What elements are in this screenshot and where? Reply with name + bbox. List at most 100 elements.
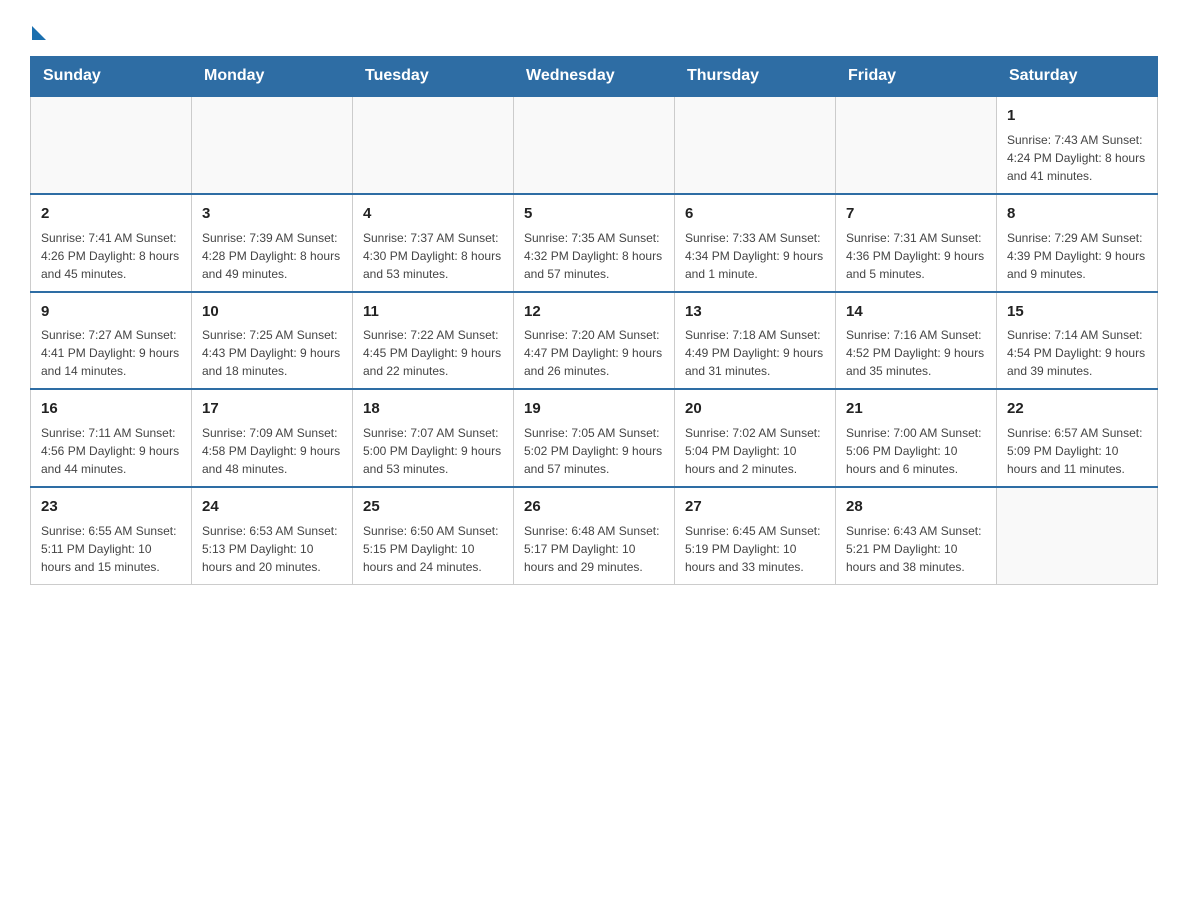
day-number: 16 [41,398,181,420]
calendar-cell [192,96,353,194]
day-number: 17 [202,398,342,420]
column-header-saturday: Saturday [997,57,1158,97]
calendar-cell: 20 Sunrise: 7:02 AM Sunset: 5:04 PM Dayli… [675,389,836,487]
column-header-tuesday: Tuesday [353,57,514,97]
day-info: Sunrise: 7:16 AM Sunset: 4:52 PM Dayligh… [846,326,986,380]
calendar-cell [514,96,675,194]
day-number: 25 [363,496,503,518]
day-number: 8 [1007,203,1147,225]
day-number: 28 [846,496,986,518]
calendar-cell: 5 Sunrise: 7:35 AM Sunset: 4:32 PM Daylig… [514,194,675,292]
day-number: 27 [685,496,825,518]
page-header [30,20,1158,36]
calendar-cell: 21 Sunrise: 7:00 AM Sunset: 5:06 PM Dayli… [836,389,997,487]
logo-top [30,20,46,40]
day-info: Sunrise: 6:43 AM Sunset: 5:21 PM Dayligh… [846,522,986,576]
day-info: Sunrise: 7:02 AM Sunset: 5:04 PM Dayligh… [685,424,825,478]
day-info: Sunrise: 7:27 AM Sunset: 4:41 PM Dayligh… [41,326,181,380]
week-row-4: 16 Sunrise: 7:11 AM Sunset: 4:56 PM Dayli… [31,389,1158,487]
day-info: Sunrise: 7:41 AM Sunset: 4:26 PM Dayligh… [41,229,181,283]
week-row-2: 2 Sunrise: 7:41 AM Sunset: 4:26 PM Daylig… [31,194,1158,292]
day-info: Sunrise: 6:53 AM Sunset: 5:13 PM Dayligh… [202,522,342,576]
calendar-cell: 14 Sunrise: 7:16 AM Sunset: 4:52 PM Dayli… [836,292,997,390]
day-info: Sunrise: 7:35 AM Sunset: 4:32 PM Dayligh… [524,229,664,283]
column-header-friday: Friday [836,57,997,97]
calendar-header-row: SundayMondayTuesdayWednesdayThursdayFrid… [31,57,1158,97]
calendar-cell: 28 Sunrise: 6:43 AM Sunset: 5:21 PM Dayli… [836,487,997,584]
calendar-cell: 15 Sunrise: 7:14 AM Sunset: 4:54 PM Dayli… [997,292,1158,390]
day-number: 26 [524,496,664,518]
calendar-cell: 25 Sunrise: 6:50 AM Sunset: 5:15 PM Dayli… [353,487,514,584]
day-number: 7 [846,203,986,225]
day-number: 20 [685,398,825,420]
calendar-cell: 19Sunrise: 7:05 AM Sunset: 5:02 PM Dayli… [514,389,675,487]
calendar-table: SundayMondayTuesdayWednesdayThursdayFrid… [30,56,1158,585]
day-number: 6 [685,203,825,225]
day-info: Sunrise: 7:31 AM Sunset: 4:36 PM Dayligh… [846,229,986,283]
day-number: 13 [685,301,825,323]
day-number: 14 [846,301,986,323]
day-number: 11 [363,301,503,323]
calendar-cell: 12Sunrise: 7:20 AM Sunset: 4:47 PM Dayli… [514,292,675,390]
day-info: Sunrise: 7:00 AM Sunset: 5:06 PM Dayligh… [846,424,986,478]
day-number: 12 [524,301,664,323]
calendar-cell: 17 Sunrise: 7:09 AM Sunset: 4:58 PM Dayli… [192,389,353,487]
calendar-cell: 3 Sunrise: 7:39 AM Sunset: 4:28 PM Daylig… [192,194,353,292]
day-number: 1 [1007,105,1147,127]
day-number: 19 [524,398,664,420]
day-info: Sunrise: 7:14 AM Sunset: 4:54 PM Dayligh… [1007,326,1147,380]
day-number: 24 [202,496,342,518]
calendar-cell: 22Sunrise: 6:57 AM Sunset: 5:09 PM Dayli… [997,389,1158,487]
day-info: Sunrise: 7:25 AM Sunset: 4:43 PM Dayligh… [202,326,342,380]
week-row-1: 1 Sunrise: 7:43 AM Sunset: 4:24 PM Daylig… [31,96,1158,194]
day-info: Sunrise: 6:55 AM Sunset: 5:11 PM Dayligh… [41,522,181,576]
column-header-monday: Monday [192,57,353,97]
week-row-5: 23 Sunrise: 6:55 AM Sunset: 5:11 PM Dayli… [31,487,1158,584]
day-info: Sunrise: 7:18 AM Sunset: 4:49 PM Dayligh… [685,326,825,380]
day-number: 18 [363,398,503,420]
calendar-cell: 23 Sunrise: 6:55 AM Sunset: 5:11 PM Dayli… [31,487,192,584]
day-info: Sunrise: 7:39 AM Sunset: 4:28 PM Dayligh… [202,229,342,283]
calendar-cell: 4 Sunrise: 7:37 AM Sunset: 4:30 PM Daylig… [353,194,514,292]
day-info: Sunrise: 7:43 AM Sunset: 4:24 PM Dayligh… [1007,131,1147,185]
day-info: Sunrise: 7:07 AM Sunset: 5:00 PM Dayligh… [363,424,503,478]
day-info: Sunrise: 7:29 AM Sunset: 4:39 PM Dayligh… [1007,229,1147,283]
day-info: Sunrise: 7:09 AM Sunset: 4:58 PM Dayligh… [202,424,342,478]
calendar-cell [675,96,836,194]
day-number: 4 [363,203,503,225]
calendar-cell: 2 Sunrise: 7:41 AM Sunset: 4:26 PM Daylig… [31,194,192,292]
day-info: Sunrise: 6:45 AM Sunset: 5:19 PM Dayligh… [685,522,825,576]
day-info: Sunrise: 6:48 AM Sunset: 5:17 PM Dayligh… [524,522,664,576]
day-number: 21 [846,398,986,420]
calendar-cell: 1 Sunrise: 7:43 AM Sunset: 4:24 PM Daylig… [997,96,1158,194]
calendar-cell [836,96,997,194]
day-info: Sunrise: 7:33 AM Sunset: 4:34 PM Dayligh… [685,229,825,283]
day-number: 23 [41,496,181,518]
day-info: Sunrise: 7:11 AM Sunset: 4:56 PM Dayligh… [41,424,181,478]
day-number: 22 [1007,398,1147,420]
day-number: 2 [41,203,181,225]
week-row-3: 9 Sunrise: 7:27 AM Sunset: 4:41 PM Daylig… [31,292,1158,390]
column-header-thursday: Thursday [675,57,836,97]
day-number: 9 [41,301,181,323]
calendar-cell: 27 Sunrise: 6:45 AM Sunset: 5:19 PM Dayli… [675,487,836,584]
calendar-cell: 6 Sunrise: 7:33 AM Sunset: 4:34 PM Daylig… [675,194,836,292]
calendar-cell: 9 Sunrise: 7:27 AM Sunset: 4:41 PM Daylig… [31,292,192,390]
day-number: 3 [202,203,342,225]
day-info: Sunrise: 7:37 AM Sunset: 4:30 PM Dayligh… [363,229,503,283]
calendar-cell: 8 Sunrise: 7:29 AM Sunset: 4:39 PM Daylig… [997,194,1158,292]
calendar-cell: 11 Sunrise: 7:22 AM Sunset: 4:45 PM Dayli… [353,292,514,390]
calendar-cell: 10 Sunrise: 7:25 AM Sunset: 4:43 PM Dayli… [192,292,353,390]
column-header-wednesday: Wednesday [514,57,675,97]
logo-arrow-icon [32,26,46,40]
calendar-cell [31,96,192,194]
calendar-cell: 24 Sunrise: 6:53 AM Sunset: 5:13 PM Dayli… [192,487,353,584]
calendar-cell: 26 Sunrise: 6:48 AM Sunset: 5:17 PM Dayli… [514,487,675,584]
day-info: Sunrise: 6:50 AM Sunset: 5:15 PM Dayligh… [363,522,503,576]
calendar-cell: 16 Sunrise: 7:11 AM Sunset: 4:56 PM Dayli… [31,389,192,487]
calendar-cell: 18 Sunrise: 7:07 AM Sunset: 5:00 PM Dayli… [353,389,514,487]
day-number: 10 [202,301,342,323]
day-number: 15 [1007,301,1147,323]
day-number: 5 [524,203,664,225]
day-info: Sunrise: 7:22 AM Sunset: 4:45 PM Dayligh… [363,326,503,380]
